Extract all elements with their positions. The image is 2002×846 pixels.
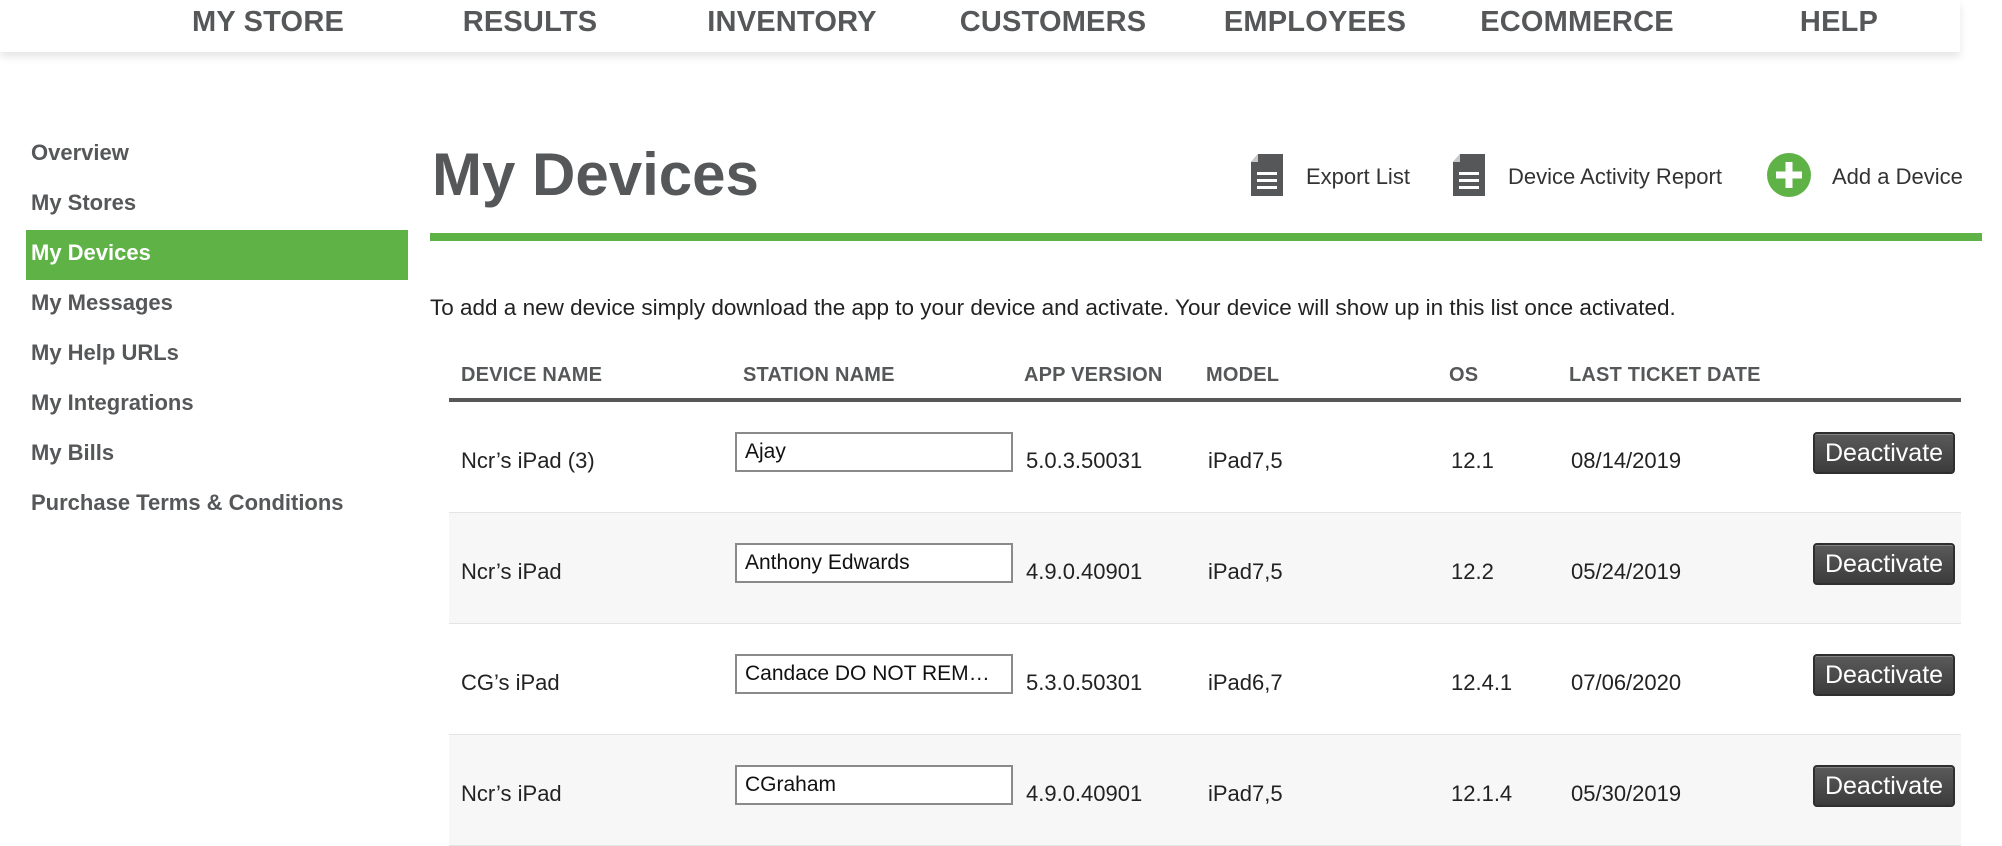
- sidebar-item-my-integrations[interactable]: My Integrations: [26, 380, 408, 430]
- table-row: CG’s iPad 5.3.0.50301 iPad6,7 12.4.1 07/…: [449, 624, 1961, 735]
- device-activity-report-label: Device Activity Report: [1508, 164, 1722, 189]
- deactivate-button[interactable]: Deactivate: [1813, 432, 1955, 474]
- nav-ecommerce[interactable]: ECOMMERCE: [1480, 6, 1674, 39]
- column-header-app-version: APP VERSION: [1024, 364, 1163, 386]
- last-ticket-date: 05/30/2019: [1571, 781, 1682, 806]
- sidebar-item-label: My Messages: [31, 290, 173, 315]
- sidebar-item-purchase-terms[interactable]: Purchase Terms & Conditions: [26, 480, 408, 530]
- device-name: Ncr’s iPad: [461, 781, 562, 806]
- column-header-os: OS: [1449, 364, 1479, 386]
- sidebar-item-my-help-urls[interactable]: My Help URLs: [26, 330, 408, 380]
- add-device-button[interactable]: Add a Device: [1766, 152, 1963, 202]
- page-title: My Devices: [432, 141, 759, 208]
- document-icon: [1248, 152, 1286, 203]
- app-version: 4.9.0.40901: [1026, 781, 1143, 806]
- sidebar-item-my-devices[interactable]: My Devices: [26, 230, 408, 280]
- sidebar-item-my-stores[interactable]: My Stores: [26, 180, 408, 230]
- sidebar-item-label: Purchase Terms & Conditions: [31, 490, 344, 515]
- device-name: Ncr’s iPad: [461, 559, 562, 584]
- document-icon: [1450, 152, 1488, 203]
- sidebar-item-label: My Stores: [31, 190, 137, 215]
- sidebar-item-label: My Help URLs: [31, 340, 179, 365]
- table-row: Ncr’s iPad 4.9.0.40901 iPad7,5 12.1.4 05…: [449, 735, 1961, 846]
- app-version: 5.0.3.50031: [1026, 448, 1143, 473]
- deactivate-button[interactable]: Deactivate: [1813, 654, 1955, 696]
- export-list-label: Export List: [1306, 164, 1410, 189]
- device-name: CG’s iPad: [461, 670, 560, 695]
- top-navigation: MY STORE RESULTS INVENTORY CUSTOMERS EMP…: [0, 0, 1960, 52]
- sidebar-item-label: My Bills: [31, 440, 115, 465]
- app-version: 5.3.0.50301: [1026, 670, 1143, 695]
- sidebar-item-label: Overview: [31, 140, 129, 165]
- column-header-device-name: DEVICE NAME: [461, 364, 603, 386]
- nav-inventory[interactable]: INVENTORY: [707, 6, 876, 39]
- header-divider: [430, 233, 1982, 241]
- device-activity-report-button[interactable]: Device Activity Report: [1450, 152, 1722, 202]
- sidebar-item-my-bills[interactable]: My Bills: [26, 430, 408, 480]
- column-header-model: MODEL: [1206, 364, 1280, 386]
- model: iPad7,5: [1208, 781, 1283, 806]
- os-version: 12.1.4: [1451, 781, 1513, 806]
- model: iPad6,7: [1208, 670, 1283, 695]
- station-name-input[interactable]: [735, 432, 1013, 472]
- station-name-input[interactable]: [735, 543, 1013, 583]
- sidebar: Overview My Stores My Devices My Message…: [26, 130, 408, 530]
- table-header: DEVICE NAME STATION NAME APP VERSION MOD…: [449, 356, 1961, 402]
- device-name: Ncr’s iPad (3): [461, 448, 595, 473]
- sidebar-item-label: My Devices: [31, 240, 151, 265]
- sidebar-item-overview[interactable]: Overview: [26, 130, 408, 180]
- os-version: 12.2: [1451, 559, 1494, 584]
- nav-customers[interactable]: CUSTOMERS: [960, 6, 1147, 39]
- last-ticket-date: 05/24/2019: [1571, 559, 1682, 584]
- station-name-input[interactable]: [735, 654, 1013, 694]
- deactivate-button[interactable]: Deactivate: [1813, 765, 1955, 807]
- plus-circle-icon: [1766, 152, 1812, 203]
- model: iPad7,5: [1208, 448, 1283, 473]
- devices-table: DEVICE NAME STATION NAME APP VERSION MOD…: [449, 356, 1961, 846]
- export-list-button[interactable]: Export List: [1248, 152, 1410, 202]
- os-version: 12.1: [1451, 448, 1494, 473]
- station-name-input[interactable]: [735, 765, 1013, 805]
- deactivate-button[interactable]: Deactivate: [1813, 543, 1955, 585]
- table-row: Ncr’s iPad (3) 5.0.3.50031 iPad7,5 12.1 …: [449, 402, 1961, 513]
- last-ticket-date: 08/14/2019: [1571, 448, 1682, 473]
- sidebar-item-label: My Integrations: [31, 390, 194, 415]
- nav-results[interactable]: RESULTS: [463, 6, 598, 39]
- column-header-last-ticket-date: LAST TICKET DATE: [1569, 364, 1761, 386]
- add-device-label: Add a Device: [1832, 164, 1963, 189]
- nav-employees[interactable]: EMPLOYEES: [1224, 6, 1406, 39]
- table-row: Ncr’s iPad 4.9.0.40901 iPad7,5 12.2 05/2…: [449, 513, 1961, 624]
- intro-text: To add a new device simply download the …: [430, 295, 1676, 320]
- os-version: 12.4.1: [1451, 670, 1513, 695]
- model: iPad7,5: [1208, 559, 1283, 584]
- nav-my-store[interactable]: MY STORE: [192, 6, 344, 39]
- last-ticket-date: 07/06/2020: [1571, 670, 1682, 695]
- column-header-station-name: STATION NAME: [743, 364, 895, 386]
- sidebar-item-my-messages[interactable]: My Messages: [26, 280, 408, 330]
- app-version: 4.9.0.40901: [1026, 559, 1143, 584]
- nav-help[interactable]: HELP: [1800, 6, 1878, 39]
